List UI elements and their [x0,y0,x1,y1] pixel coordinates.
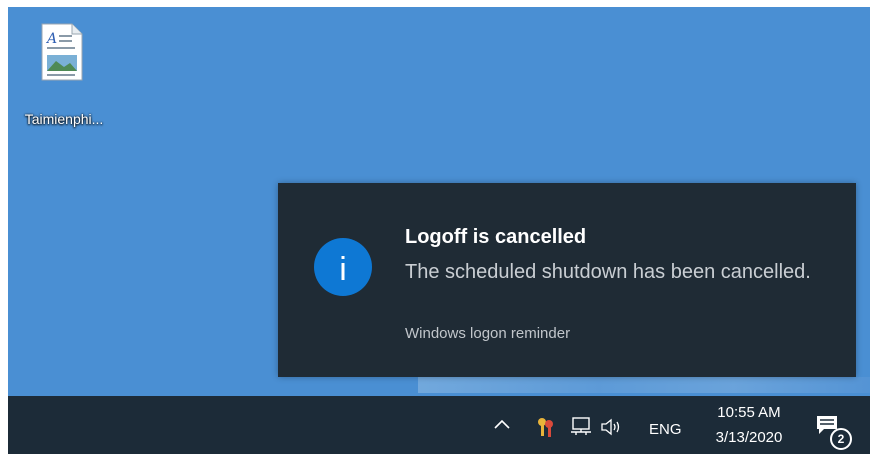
clock-time: 10:55 AM [717,404,781,421]
clock-date: 3/13/2020 [715,429,783,446]
clock[interactable]: 10:55 AM 3/13/2020 [704,400,794,450]
network-icon[interactable] [570,416,592,436]
keys-icon[interactable] [535,416,557,438]
notification-count-badge: 2 [830,428,852,450]
language-indicator[interactable]: ENG [649,421,682,438]
desktop-shortcut[interactable]: A Taimienphi... [8,21,118,127]
toast-source: Windows logon reminder [405,325,571,342]
toast-notification[interactable]: Logoff is cancelled The scheduled shutdo… [278,183,856,377]
taskbar: ENG 10:55 AM 3/13/2020 2 [8,396,870,454]
toast-body: The scheduled shutdown has been cancelle… [405,261,811,283]
svg-text:A: A [45,31,57,47]
desktop: A Taimienphi... Logoff is cancelled The … [8,7,870,454]
info-icon [314,238,372,296]
volume-icon[interactable] [600,417,624,437]
desktop-shortcut-label: Taimienphi... [24,111,104,127]
blurred-background-text [418,377,870,393]
chevron-up-icon[interactable] [494,418,510,430]
document-icon: A [41,23,83,81]
toast-title: Logoff is cancelled [405,226,587,248]
